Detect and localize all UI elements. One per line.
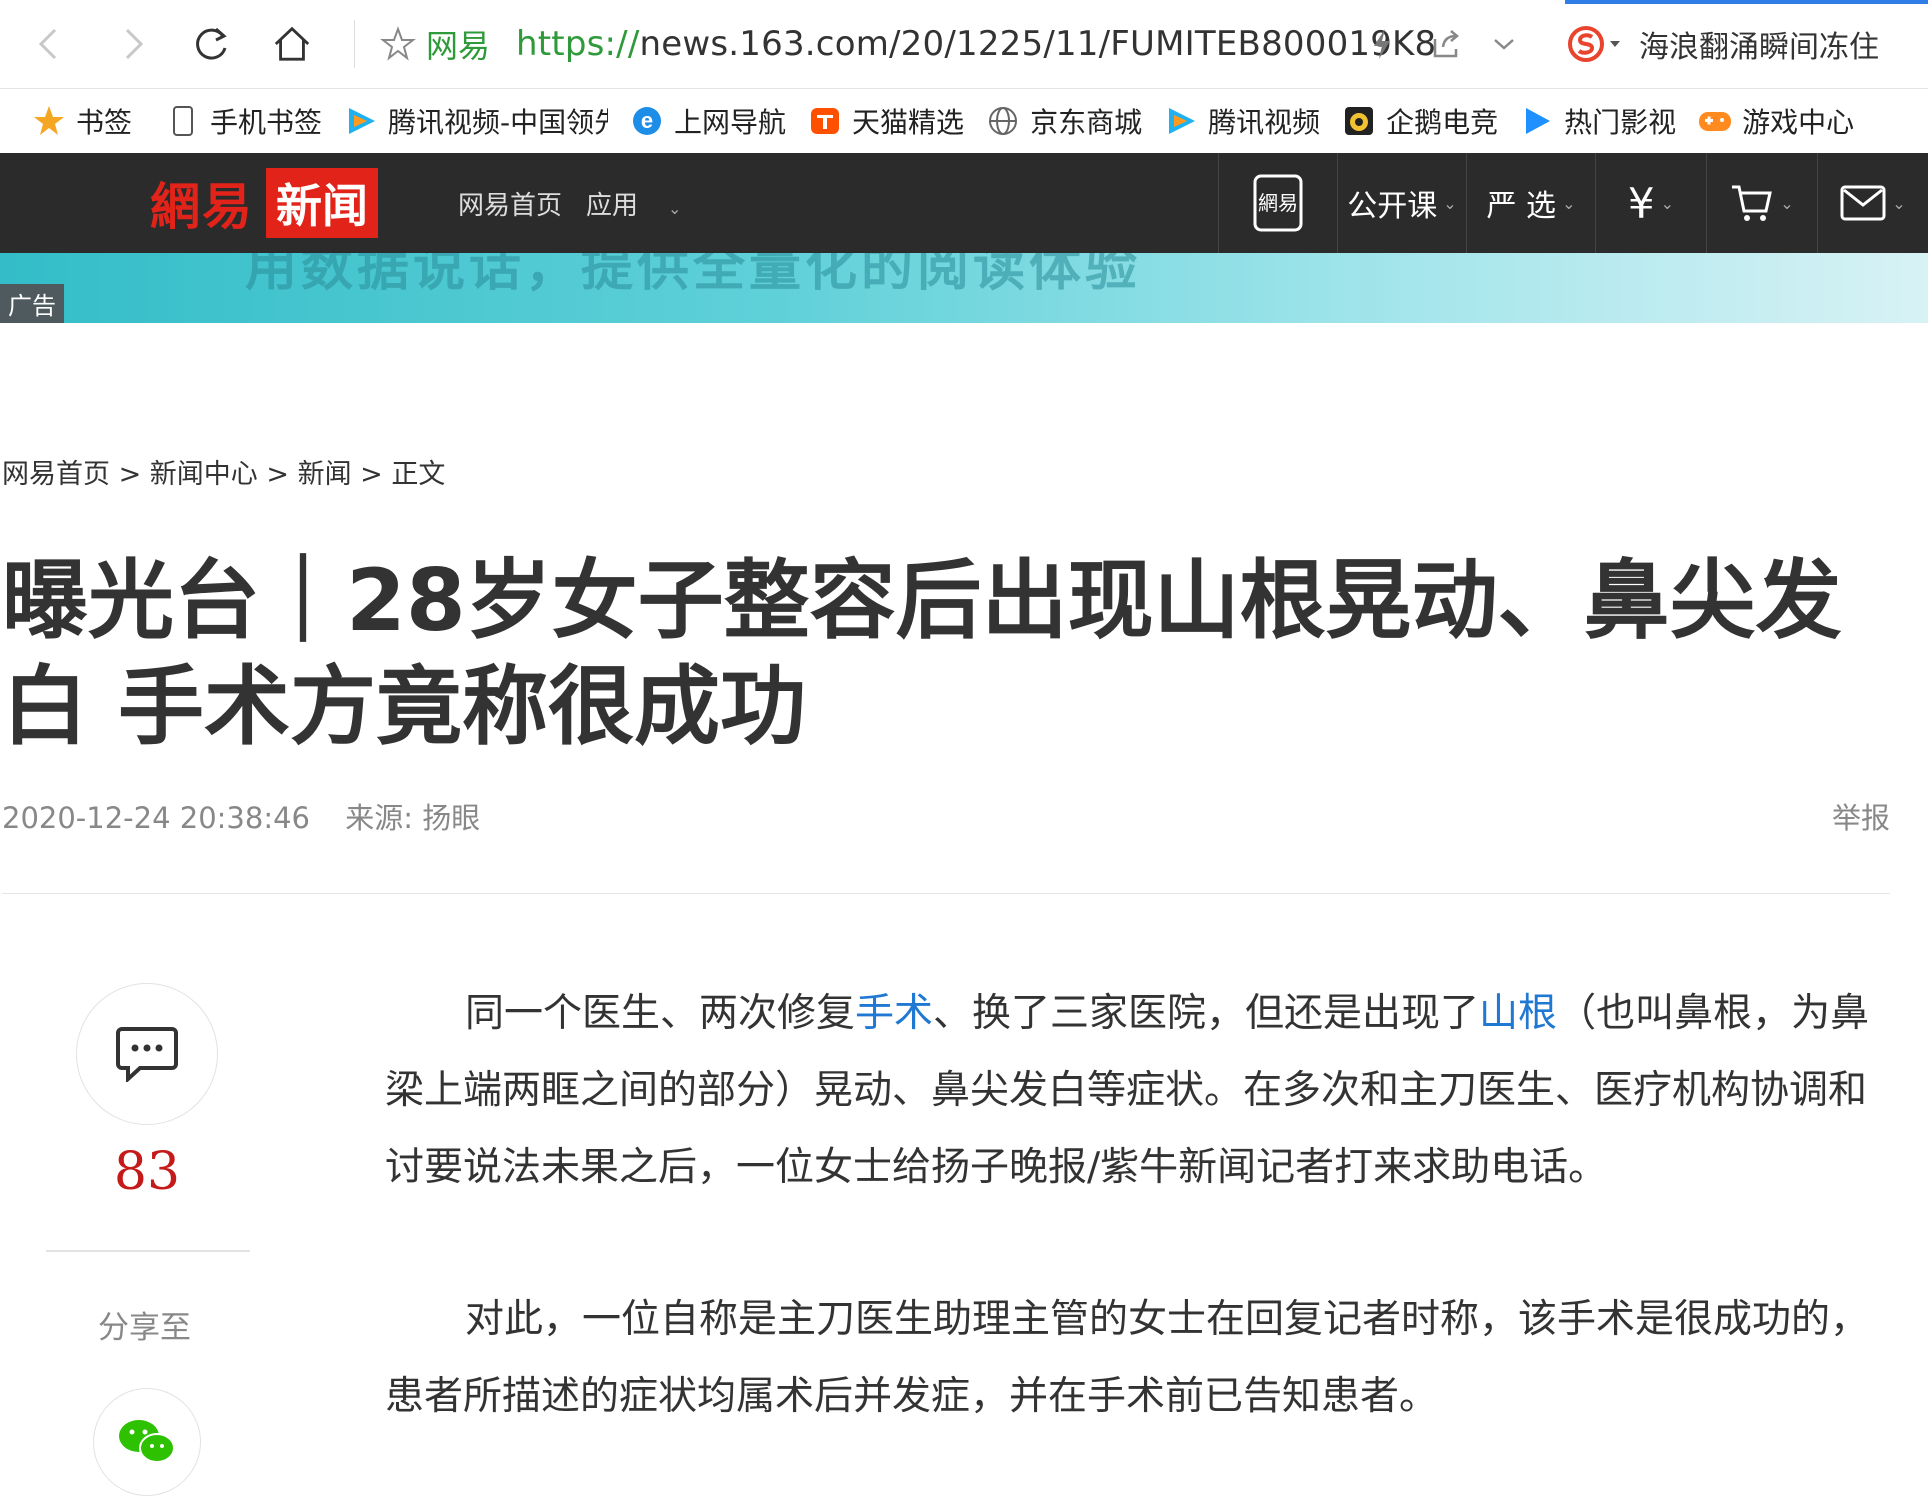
ad-banner[interactable]: 用数据说话，提供全量化的阅读体验 广告 <box>0 253 1928 323</box>
open-course-menu[interactable]: 公开课 ⌄ <box>1337 153 1466 253</box>
bookmark-esports[interactable]: 企鹅电竞 <box>1342 101 1498 141</box>
search-accent-bar <box>1565 0 1928 4</box>
paragraph: 同一个医生、两次修复手术、换了三家医院，但还是出现了山根（也叫鼻根，为鼻梁上端两… <box>385 991 1870 1190</box>
gamepad-icon <box>1698 104 1732 138</box>
share-page-icon[interactable] <box>1426 24 1466 64</box>
globe-icon <box>986 104 1020 138</box>
wechat-share-button[interactable] <box>93 1388 201 1496</box>
article-title: 曝光台｜28岁女子整容后出现山根晃动、鼻尖发白 手术方竟称很成功 <box>2 551 1842 757</box>
svg-text:網易: 網易 <box>1258 191 1298 215</box>
bookmark-movies[interactable]: 热门影视 <box>1520 101 1676 141</box>
lightning-icon[interactable] <box>1362 24 1402 64</box>
bookmark-star-icon[interactable] <box>380 26 416 62</box>
forward-button[interactable] <box>112 24 152 64</box>
header-divider <box>2 893 1890 894</box>
mobile-phone-icon: 網易 <box>1253 174 1303 232</box>
chevron-down-icon: ⌄ <box>1780 193 1794 213</box>
hot-search-text[interactable]: 海浪翻涌瞬间冻住 <box>1639 22 1879 66</box>
cart-menu[interactable]: ⌄ <box>1706 153 1817 253</box>
keyword-link-nasal-root[interactable]: 山根 <box>1479 991 1557 1036</box>
bookmark-bookmarks[interactable]: 书签 <box>32 101 132 141</box>
mail-icon <box>1840 185 1886 221</box>
star-icon <box>32 104 66 138</box>
sogou-search-icon[interactable] <box>1567 25 1605 63</box>
netease-home-link[interactable]: 网易首页 <box>458 185 562 222</box>
bookmark-mobile[interactable]: 手机书签 <box>166 101 322 141</box>
bookmark-tencent-video-home[interactable]: 腾讯视频-中国领先 <box>344 101 608 141</box>
tencent-video-icon <box>1164 104 1198 138</box>
publish-time: 2020-12-24 20:38:46 <box>2 801 310 835</box>
chevron-down-icon: ⌄ <box>1660 193 1675 213</box>
site-label: 网易 <box>426 27 491 65</box>
refresh-button[interactable] <box>192 24 232 64</box>
mail-menu[interactable]: ⌄ <box>1817 153 1928 253</box>
payment-menu[interactable]: ¥ ⌄ <box>1595 153 1706 253</box>
browser-toolbar: 网易 https://news.163.com/20/1225/11/FUMIT… <box>0 0 1928 89</box>
article-body: 同一个医生、两次修复手术、换了三家医院，但还是出现了山根（也叫鼻根，为鼻梁上端两… <box>385 975 1893 1510</box>
penguin-esports-icon <box>1342 104 1376 138</box>
caret-down-icon[interactable] <box>1609 39 1621 49</box>
netease-news-logo[interactable]: 網易 新闻 <box>150 168 378 238</box>
apps-menu[interactable]: 应用 ⌄ <box>586 185 705 222</box>
share-label: 分享至 <box>98 1310 191 1346</box>
tmall-icon <box>808 104 842 138</box>
bookmark-tmall[interactable]: 天猫精选 <box>808 101 964 141</box>
yen-icon: ¥ <box>1627 178 1655 228</box>
chevron-down-icon[interactable] <box>1484 24 1524 64</box>
article-meta: 2020-12-24 20:38:46 来源: 扬眼 <box>2 795 480 837</box>
comment-button[interactable] <box>76 983 218 1125</box>
bookmark-jd[interactable]: 京东商城 <box>986 101 1142 141</box>
bookmark-tencent-video[interactable]: 腾讯视频 <box>1164 101 1320 141</box>
chevron-down-icon: ⌄ <box>668 198 682 218</box>
breadcrumb[interactable]: 网易首页 > 新闻中心 > 新闻 > 正文 <box>2 452 445 491</box>
sidebar-divider <box>46 1250 250 1252</box>
play-icon <box>1520 104 1554 138</box>
wechat-icon <box>119 1420 175 1463</box>
back-button[interactable] <box>30 24 70 64</box>
comment-count[interactable]: 83 <box>102 1142 192 1202</box>
bookmark-nav[interactable]: e 上网导航 <box>630 101 786 141</box>
article-source[interactable]: 来源: 扬眼 <box>345 801 480 835</box>
ie-icon: e <box>630 104 664 138</box>
phone-icon <box>166 104 200 138</box>
search-box[interactable]: 海浪翻涌瞬间冻住 <box>1565 0 1928 88</box>
yanxuan-menu[interactable]: 严 选 ⌄ <box>1466 153 1595 253</box>
paragraph: 对此，一位自称是主刀医生助理主管的女士在回复记者时称，该手术是很成功的，患者所描… <box>385 1297 1870 1419</box>
chevron-down-icon: ⌄ <box>1443 193 1457 213</box>
home-button[interactable] <box>272 24 312 64</box>
chevron-down-icon: ⌄ <box>1562 193 1576 213</box>
chevron-down-icon: ⌄ <box>1892 193 1906 213</box>
cart-icon <box>1732 185 1773 221</box>
comment-bubble-icon <box>116 1027 178 1082</box>
banner-text: 用数据说话，提供全量化的阅读体验 <box>245 253 1142 298</box>
site-navbar: 網易 新闻 网易首页 应用 ⌄ 網易 公开课 ⌄ 严 选 ⌄ ¥ ⌄ ⌄ ⌄ <box>0 153 1928 253</box>
report-link[interactable]: 举报 <box>1832 795 1890 837</box>
bookmark-games[interactable]: 游戏中心 <box>1698 101 1854 141</box>
tencent-video-icon <box>344 104 378 138</box>
mobile-app-button[interactable]: 網易 <box>1218 153 1337 253</box>
ad-label: 广告 <box>0 284 64 323</box>
keyword-link-surgery[interactable]: 手术 <box>855 991 933 1036</box>
url-text[interactable]: https://news.163.com/20/1225/11/FUMITEB8… <box>516 24 1436 64</box>
svg-text:e: e <box>641 108 653 133</box>
bookmarks-bar: 书签 手机书签 腾讯视频-中国领先 e 上网导航 天猫精选 京东商城 腾讯视频 … <box>0 89 1928 154</box>
